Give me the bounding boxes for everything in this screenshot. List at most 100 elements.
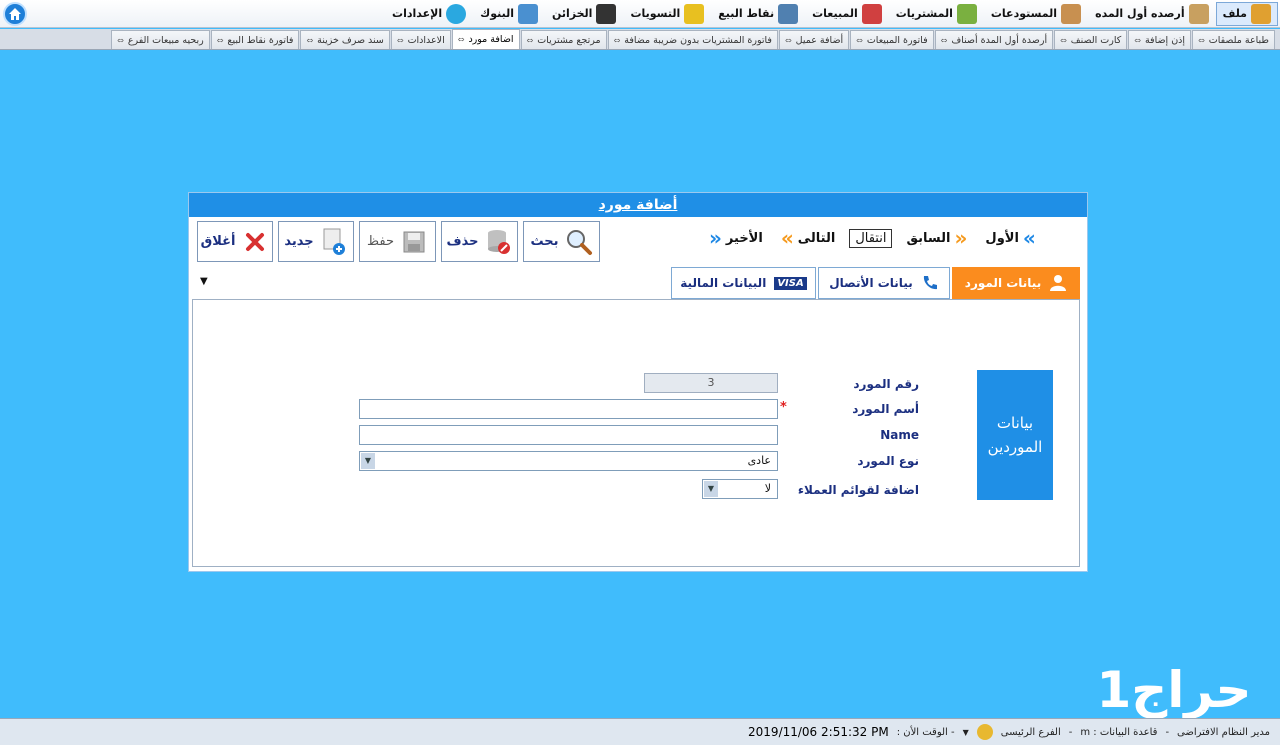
chevron-down-icon[interactable]: ▼ xyxy=(361,453,375,469)
suppliers-data-card: بيانات الموردين xyxy=(977,370,1053,500)
menu-sales[interactable]: المبيعات xyxy=(805,2,889,26)
watermark-logo: حراج1 xyxy=(1096,661,1252,719)
statusbar: مدير النظام الافتراضى - قاعدة البيانات :… xyxy=(0,718,1280,745)
pos-icon xyxy=(778,3,799,24)
status-user: مدير النظام الافتراضى xyxy=(1177,726,1270,738)
search-icon xyxy=(565,228,593,256)
add-to-customers-label: اضافة لقوائم العملاء xyxy=(797,483,919,497)
lock-icon xyxy=(684,3,705,24)
close-icon xyxy=(241,228,269,256)
required-mark: * xyxy=(780,400,787,415)
status-database: قاعدة البيانات : m xyxy=(1080,726,1158,738)
supplier-name-input[interactable] xyxy=(359,399,778,419)
panel-title: أضافة مورد xyxy=(189,193,1087,217)
new-button[interactable]: جديد xyxy=(278,221,354,262)
supplier-type-select[interactable]: عادى ▼ xyxy=(359,451,778,471)
pin-icon: ⇔ xyxy=(216,35,224,45)
visa-badge: VISA xyxy=(774,276,807,290)
main-menubar: ملف أرصده أول المده المستودعات المشتريات… xyxy=(0,0,1280,28)
doc-tab-cash-voucher[interactable]: سند صرف خزينة ⇔ xyxy=(300,30,390,49)
next-record-label[interactable]: التالى xyxy=(798,231,836,246)
last-record-label[interactable]: الأخير xyxy=(726,231,763,246)
chevron-down-icon[interactable]: ▼ xyxy=(704,481,718,497)
menu-warehouses[interactable]: المستودعات xyxy=(984,2,1088,26)
menu-opening-balances[interactable]: أرصده أول المده xyxy=(1088,2,1216,26)
status-branch: الفرع الرئيسى xyxy=(1000,726,1061,738)
file-menu-icon xyxy=(1251,3,1271,24)
tab-financial-data[interactable]: VISA البيانات المالية xyxy=(671,267,816,299)
menu-pos[interactable]: نقاط البيع xyxy=(711,2,805,26)
bank-icon xyxy=(517,3,538,24)
next-record-icon[interactable]: » xyxy=(781,226,794,250)
doc-tab-add-supplier[interactable]: اضافة مورد ⇔ xyxy=(451,29,520,49)
panel-menu-dropdown-icon[interactable]: ▼ xyxy=(200,276,208,287)
first-record-label[interactable]: الأول xyxy=(985,231,1019,246)
doc-tab-pos-invoice[interactable]: فاتورة نقاط البيع ⇔ xyxy=(210,30,300,49)
status-time-label: - الوقت الأن : xyxy=(896,726,955,738)
menu-settings[interactable]: الإعدادات xyxy=(385,2,473,26)
user-avatar-icon[interactable] xyxy=(976,724,993,740)
home-button[interactable] xyxy=(3,2,27,26)
supplier-name-en-input[interactable] xyxy=(359,425,778,445)
supplier-name-en-label: Name xyxy=(880,428,919,442)
status-separator: - xyxy=(1165,726,1170,738)
previous-record-label[interactable]: السابق xyxy=(906,231,950,246)
pin-icon: ⇔ xyxy=(526,35,534,45)
doc-tab-sales-invoice[interactable]: فاتورة المبيعات ⇔ xyxy=(850,30,934,49)
menu-purchases[interactable]: المشتريات xyxy=(889,2,984,26)
new-document-icon xyxy=(320,228,348,256)
supplier-type-label: نوع المورد xyxy=(857,454,919,468)
delete-database-icon xyxy=(485,228,513,256)
safe-icon xyxy=(596,3,617,24)
move-to-record-button[interactable]: انتقال xyxy=(849,228,893,248)
doc-tab-settings[interactable]: الاعدادات ⇔ xyxy=(390,30,451,49)
pin-icon: ⇔ xyxy=(784,35,792,45)
doc-tab-purchase-return[interactable]: مرتجع مشتريات ⇔ xyxy=(520,30,607,49)
status-dropdown-icon[interactable]: ▼ xyxy=(963,728,969,737)
pin-icon: ⇔ xyxy=(613,35,621,45)
doc-tab-print-labels[interactable]: طباعة ملصقات ⇔ xyxy=(1192,30,1275,49)
pin-icon: ⇔ xyxy=(306,35,314,45)
pin-icon: ⇔ xyxy=(457,35,465,44)
last-record-icon[interactable]: « xyxy=(709,226,722,250)
warehouse-icon xyxy=(1061,3,1082,24)
phone-icon xyxy=(923,276,937,290)
previous-record-icon[interactable]: « xyxy=(955,226,968,250)
pin-icon: ⇔ xyxy=(856,35,863,45)
first-record-icon[interactable]: » xyxy=(1023,226,1036,250)
doc-tab-addition-permit[interactable]: إذن إضافة ⇔ xyxy=(1128,30,1192,49)
boxes-icon xyxy=(1188,3,1209,24)
add-supplier-panel: أضافة مورد أغلاق جديد حفظ حذف بحث » الأو… xyxy=(188,192,1088,572)
user-icon xyxy=(1050,275,1067,291)
tab-supplier-data[interactable]: بيانات المورد xyxy=(952,267,1080,299)
save-button[interactable]: حفظ xyxy=(359,221,436,262)
document-tabstrip: طباعة ملصقات ⇔ إذن إضافة ⇔ كارت الصنف ⇔ أرص… xyxy=(0,29,1280,50)
pin-icon: ⇔ xyxy=(117,35,124,45)
pin-icon: ⇔ xyxy=(1060,35,1067,45)
menu-banks[interactable]: البنوك xyxy=(473,2,545,26)
floppy-disk-icon xyxy=(400,228,428,256)
cart-icon xyxy=(861,3,882,24)
supplier-number-field: 3 xyxy=(644,373,778,393)
status-time-value: 2019/11/06 2:51:32 PM xyxy=(748,725,889,739)
add-to-customers-select[interactable]: لا ▼ xyxy=(702,479,778,499)
doc-tab-add-customer[interactable]: أضافة عميل ⇔ xyxy=(778,30,850,49)
supplier-name-label: أسم المورد xyxy=(852,402,919,416)
doc-tab-branch-profit[interactable]: ربحيه مبيعات الفرع ⇔ xyxy=(111,30,210,49)
purchases-icon xyxy=(956,3,977,24)
record-navigation: » الأول « السابق انتقال التالى » الأخير … xyxy=(709,223,1036,253)
close-button[interactable]: أغلاق xyxy=(197,221,273,262)
menu-treasuries[interactable]: الخزائن xyxy=(545,2,623,26)
doc-tab-purchase-no-vat[interactable]: فاتورة المشتريات بدون ضريبة مضافة ⇔ xyxy=(607,30,778,49)
pin-icon: ⇔ xyxy=(1134,35,1141,45)
pin-icon: ⇔ xyxy=(1198,35,1205,45)
home-icon xyxy=(9,8,21,20)
pin-icon: ⇔ xyxy=(396,35,404,45)
menu-file[interactable]: ملف xyxy=(1215,1,1278,26)
doc-tab-opening-items[interactable]: أرصدة أول المدة أصناف ⇔ xyxy=(934,30,1054,49)
menu-settlements[interactable]: التسويات xyxy=(623,2,711,26)
delete-button[interactable]: حذف xyxy=(441,221,518,262)
tab-contact-data[interactable]: بيانات الأتصال xyxy=(818,267,950,299)
search-button[interactable]: بحث xyxy=(523,221,600,262)
doc-tab-item-card[interactable]: كارت الصنف ⇔ xyxy=(1054,30,1128,49)
